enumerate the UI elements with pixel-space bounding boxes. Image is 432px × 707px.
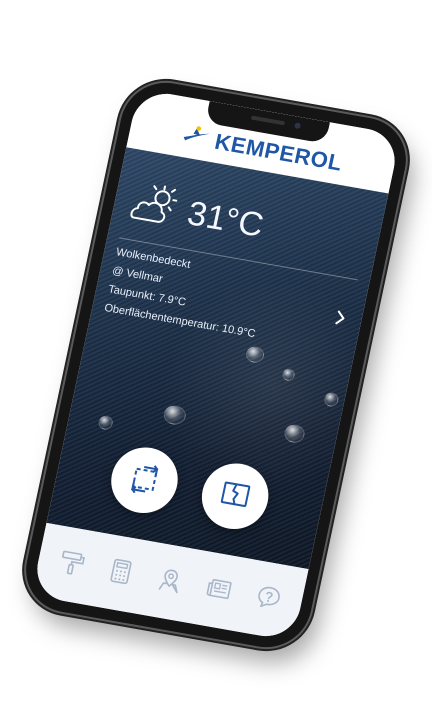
tab-paint-roller[interactable] — [52, 546, 90, 583]
water-drop — [322, 391, 340, 408]
calculator-icon — [105, 556, 137, 591]
tab-help[interactable] — [249, 581, 287, 618]
water-drop — [281, 367, 296, 382]
help-icon — [252, 582, 284, 617]
crack-repair-icon — [214, 474, 256, 518]
measure-area-icon — [124, 458, 166, 502]
map-pin-icon — [154, 565, 186, 600]
crack-repair-button[interactable] — [195, 458, 275, 535]
water-drop — [97, 414, 114, 431]
app-screen: KEMPEROL 31°C Wolkenbedeckt @ Vellmar Ta… — [31, 88, 401, 642]
area-measure-button[interactable] — [105, 442, 184, 519]
partly-cloudy-icon — [122, 179, 185, 236]
chevron-right-icon[interactable] — [330, 308, 351, 329]
weather-panel: 31°C Wolkenbedeckt @ Vellmar Taupunkt: 7… — [46, 147, 389, 570]
temperature: 31°C — [184, 194, 267, 245]
phone: KEMPEROL 31°C Wolkenbedeckt @ Vellmar Ta… — [17, 75, 415, 655]
water-drop — [244, 345, 266, 365]
paint-roller-icon — [55, 547, 87, 582]
tab-calculator[interactable] — [101, 555, 139, 592]
logo-mark-icon — [179, 122, 212, 153]
tab-news[interactable] — [200, 572, 238, 609]
water-drop — [282, 423, 307, 445]
tab-map[interactable] — [151, 564, 189, 601]
speaker — [250, 115, 286, 126]
water-drop — [161, 403, 188, 427]
camera — [293, 122, 302, 130]
newspaper-icon — [203, 573, 235, 608]
weather-summary: 31°C — [122, 179, 268, 251]
